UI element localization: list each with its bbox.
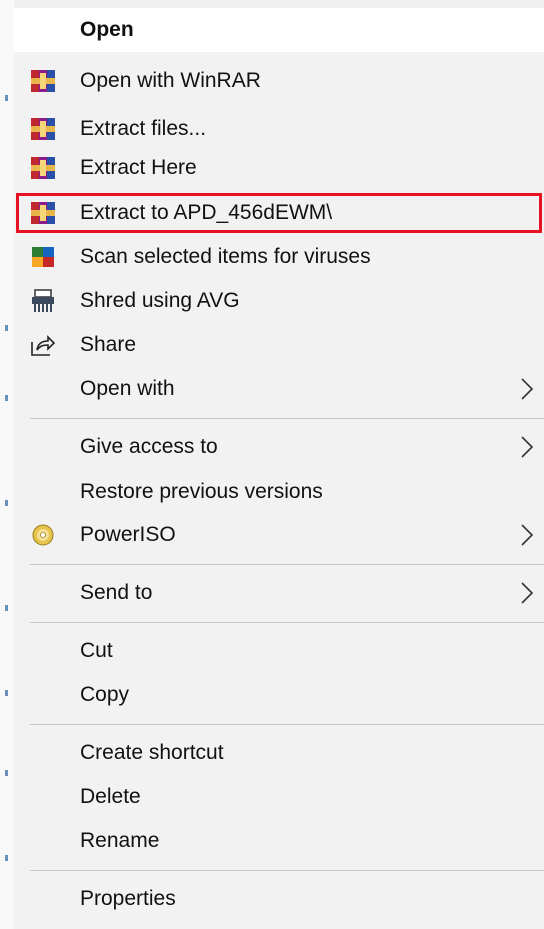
menu-item-open-with[interactable]: Open with (14, 372, 544, 406)
menu-item-open-with-winrar[interactable]: Open with WinRAR (14, 64, 544, 98)
menu-separator (30, 724, 544, 725)
menu-item-open[interactable]: Open (14, 8, 544, 52)
menu-item-label: Extract to APD_456dEWM\ (80, 201, 333, 224)
menu-item-extract-files[interactable]: Extract files... (14, 112, 544, 146)
menu-item-scan-for-viruses[interactable]: Scan selected items for viruses (14, 240, 544, 274)
menu-item-label: Open with WinRAR (80, 69, 261, 92)
menu-item-label: Delete (80, 785, 141, 808)
menu-item-give-access-to[interactable]: Give access to (14, 430, 544, 464)
menu-item-shred-avg[interactable]: Shred using AVG (14, 284, 544, 318)
menu-item-send-to[interactable]: Send to (14, 576, 544, 610)
menu-item-label: Cut (80, 639, 113, 662)
winrar-icon (28, 155, 58, 181)
menu-item-label: Extract Here (80, 156, 197, 179)
menu-item-label: Create shortcut (80, 741, 224, 764)
menu-item-label: Open (80, 18, 134, 41)
menu-item-create-shortcut[interactable]: Create shortcut (14, 736, 544, 770)
winrar-icon (28, 68, 58, 94)
chevron-right-icon (521, 524, 534, 546)
menu-item-share[interactable]: Share (14, 328, 544, 362)
menu-item-properties[interactable]: Properties (14, 882, 544, 916)
share-icon (28, 332, 58, 358)
menu-separator (30, 564, 544, 565)
menu-separator (30, 870, 544, 871)
menu-item-label: Rename (80, 829, 160, 852)
menu-separator (30, 622, 544, 623)
poweriso-icon (28, 522, 58, 548)
menu-item-extract-to-folder[interactable]: Extract to APD_456dEWM\ (14, 195, 544, 231)
menu-item-label: Scan selected items for viruses (80, 245, 371, 268)
menu-item-label: Extract files... (80, 117, 207, 140)
menu-item-label: Send to (80, 581, 153, 604)
context-menu: Open Open with WinRAR Extract files... E… (14, 8, 544, 929)
menu-item-extract-here[interactable]: Extract Here (14, 151, 544, 185)
menu-separator (30, 418, 544, 419)
menu-item-poweriso[interactable]: PowerISO (14, 518, 544, 552)
menu-item-copy[interactable]: Copy (14, 678, 544, 712)
menu-item-label: Properties (80, 887, 176, 910)
menu-item-label: Share (80, 333, 137, 356)
background-window-edge (0, 0, 14, 929)
menu-item-cut[interactable]: Cut (14, 634, 544, 668)
menu-item-restore-previous-versions[interactable]: Restore previous versions (14, 475, 544, 509)
menu-item-label: Restore previous versions (80, 480, 323, 503)
winrar-icon (28, 116, 58, 142)
menu-item-label: Open with (80, 377, 175, 400)
chevron-right-icon (521, 582, 534, 604)
menu-item-label: Give access to (80, 435, 218, 458)
chevron-right-icon (521, 378, 534, 400)
avg-scan-icon (28, 244, 58, 270)
menu-item-rename[interactable]: Rename (14, 824, 544, 858)
menu-item-delete[interactable]: Delete (14, 780, 544, 814)
menu-item-label: Shred using AVG (80, 289, 240, 312)
menu-item-label: PowerISO (80, 523, 176, 546)
menu-item-label: Copy (80, 683, 130, 706)
winrar-icon (28, 200, 58, 226)
shredder-icon (28, 288, 58, 314)
chevron-right-icon (521, 436, 534, 458)
